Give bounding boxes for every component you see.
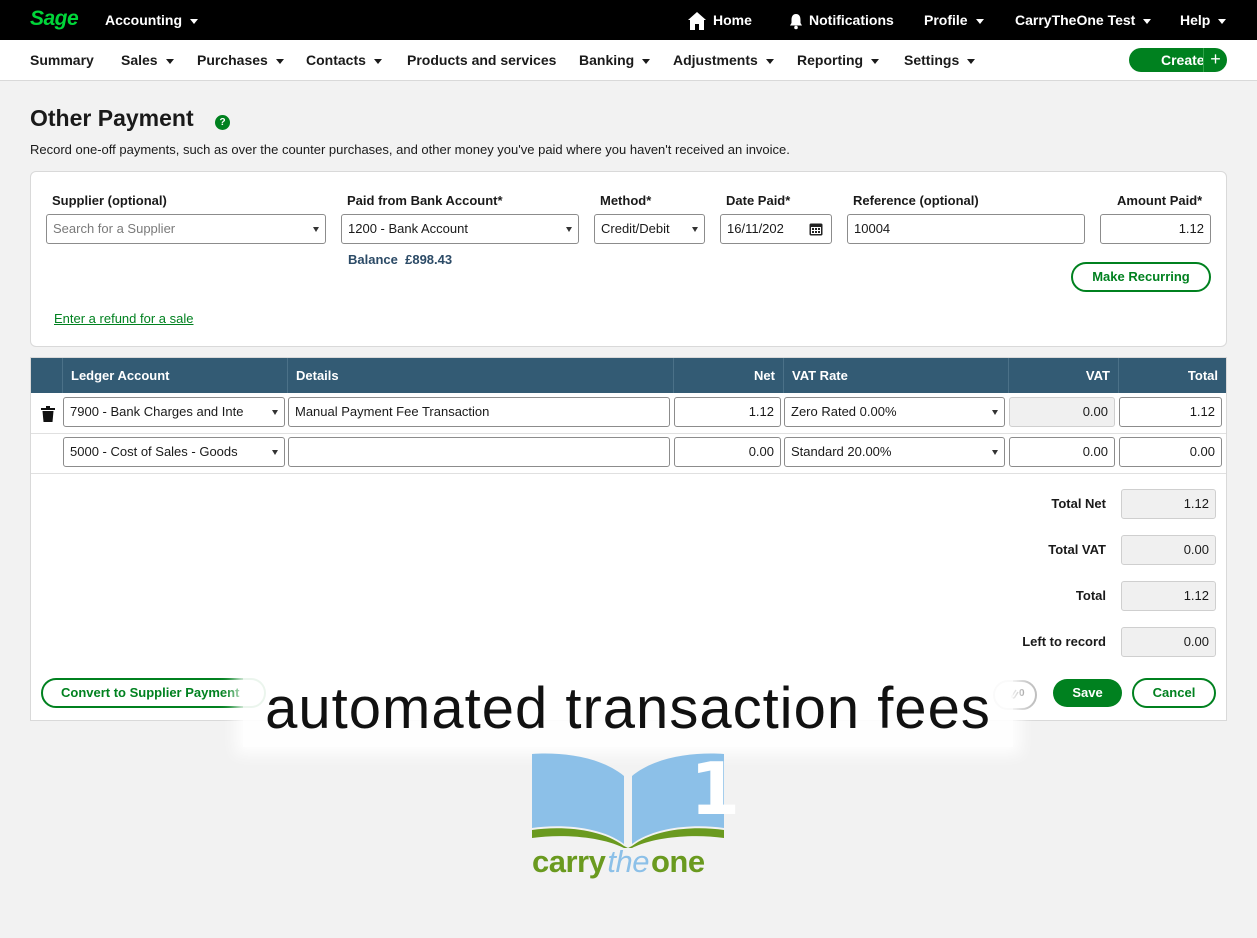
top-bar: Sage Accounting Home Notifications Profi… [0,0,1257,40]
chevron-down-icon [275,58,284,64]
header-vat: VAT [1008,358,1118,393]
dropdown-arrow-icon [272,410,278,415]
total-net-label: Total Net [1051,496,1106,511]
chevron-down-icon [165,58,174,64]
nav-reporting[interactable]: Reporting [797,40,880,80]
header-net: Net [673,358,783,393]
header-details: Details [287,358,673,393]
sage-logo[interactable]: Sage [30,7,79,31]
trash-icon[interactable] [41,406,55,422]
dropdown-arrow-icon [992,410,998,415]
home-icon [688,12,706,31]
make-recurring-button[interactable]: Make Recurring [1071,262,1211,292]
nav-settings[interactable]: Settings [904,40,976,80]
vat-rate-select[interactable]: Standard 20.00% [784,437,1005,467]
nav-purchases[interactable]: Purchases [197,40,284,80]
method-label: Method* [600,193,652,208]
help-icon[interactable]: ? [215,115,230,130]
nav-products-services[interactable]: Products and services [407,40,556,80]
vat-input[interactable]: 0.00 [1009,437,1115,467]
row-divider [31,473,1226,474]
net-input[interactable]: 1.12 [674,397,781,427]
vat-rate-select[interactable]: Zero Rated 0.00% [784,397,1005,427]
amount-paid-label: Amount Paid* [1117,193,1203,208]
bank-account-select[interactable]: 1200 - Bank Account [341,214,579,244]
reference-input[interactable]: 10004 [847,214,1085,244]
video-caption: automated transaction fees [243,671,1013,747]
ledger-account-select[interactable]: 5000 - Cost of Sales - Goods [63,437,285,467]
ledger-account-select[interactable]: 7900 - Bank Charges and Inte [63,397,285,427]
home-link[interactable]: Home [687,0,752,40]
page-subtitle: Record one-off payments, such as over th… [30,142,790,157]
calendar-icon[interactable] [809,222,823,236]
chevron-down-icon [373,58,382,64]
nav-adjustments[interactable]: Adjustments [673,40,774,80]
details-input[interactable]: Manual Payment Fee Transaction [288,397,670,427]
dropdown-arrow-icon [313,227,319,232]
chevron-down-icon [642,58,651,64]
total-input[interactable]: 1.12 [1119,397,1222,427]
vat-amount: 0.00 [1009,397,1115,427]
total-vat-label: Total VAT [1048,542,1106,557]
nav-summary[interactable]: Summary [30,40,94,80]
main-nav: Summary Sales Purchases Contacts Product… [0,40,1257,81]
save-button[interactable]: Save [1053,679,1122,707]
supplier-label: Supplier (optional) [52,193,167,208]
create-button[interactable]: Create + [1129,48,1227,72]
header-ledger-account: Ledger Account [62,358,287,393]
details-input[interactable] [288,437,670,467]
notifications-link[interactable]: Notifications [787,0,894,40]
payment-details-card: Supplier (optional) Search for a Supplie… [30,171,1227,347]
chevron-down-icon [190,18,198,24]
row-divider [31,433,1226,434]
brand-wordmark: carrytheone [532,844,705,879]
dropdown-arrow-icon [566,227,572,232]
chevron-down-icon [967,58,976,64]
net-input[interactable]: 0.00 [674,437,781,467]
method-select[interactable]: Credit/Debit [594,214,705,244]
nav-contacts[interactable]: Contacts [306,40,382,80]
chevron-down-icon [1218,18,1227,24]
reference-label: Reference (optional) [853,193,979,208]
product-menu[interactable]: Accounting [105,0,198,40]
left-to-record-value: 0.00 [1121,627,1216,657]
brand-digit: 1 [690,747,741,831]
chevron-down-icon [871,58,880,64]
dropdown-arrow-icon [692,227,698,232]
amount-paid-input[interactable]: 1.12 [1100,214,1211,244]
company-menu[interactable]: CarryTheOne Test [1015,0,1152,40]
chevron-down-icon [975,18,984,24]
refund-for-sale-link[interactable]: Enter a refund for a sale [54,311,193,326]
date-paid-label: Date Paid* [726,193,791,208]
bell-icon [790,14,802,30]
left-to-record-label: Left to record [1022,634,1106,649]
total-input[interactable]: 0.00 [1119,437,1222,467]
cancel-button[interactable]: Cancel [1132,678,1216,708]
header-vat-rate: VAT Rate [783,358,1008,393]
total-label: Total [1075,588,1106,603]
dropdown-arrow-icon [992,450,998,455]
nav-sales[interactable]: Sales [121,40,174,80]
total-vat-value: 0.00 [1121,535,1216,565]
chevron-down-icon [1143,18,1152,24]
help-menu[interactable]: Help [1180,0,1227,40]
nav-banking[interactable]: Banking [579,40,651,80]
profile-menu[interactable]: Profile [924,0,984,40]
date-paid-input[interactable]: 16/11/202 [720,214,832,244]
page-title: Other Payment [30,105,194,131]
attachments-count: 0 [1019,688,1025,699]
grid-header: Ledger Account Details Net VAT Rate VAT … [31,358,1226,393]
total-net-value: 1.12 [1121,489,1216,519]
ledger-grid: Ledger Account Details Net VAT Rate VAT … [30,357,1227,721]
header-total: Total [1118,358,1226,393]
bank-balance: Balance £898.43 [348,252,453,267]
dropdown-arrow-icon [272,450,278,455]
plus-icon[interactable]: + [1203,48,1227,72]
supplier-select[interactable]: Search for a Supplier [46,214,326,244]
total-value: 1.12 [1121,581,1216,611]
chevron-down-icon [765,58,774,64]
convert-to-supplier-payment-button[interactable]: Convert to Supplier Payment [41,678,266,708]
carry-the-one-logo: 1 carrytheone [530,747,740,880]
bank-account-label: Paid from Bank Account* [347,193,503,208]
